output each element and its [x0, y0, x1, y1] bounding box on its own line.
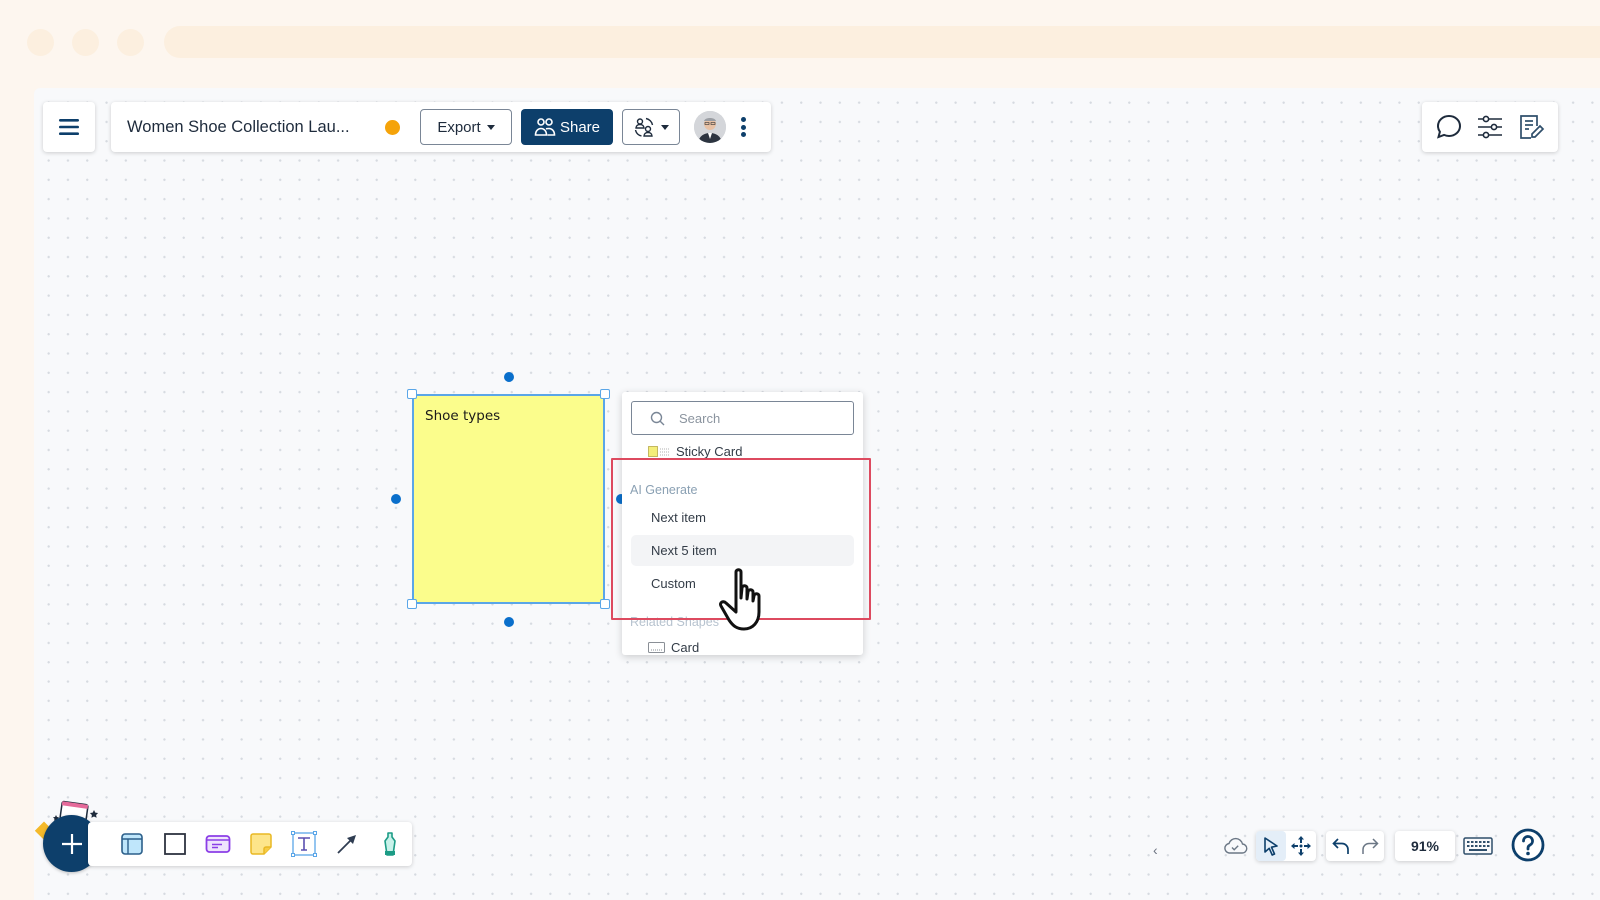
sticky-note[interactable]: Shoe types [412, 394, 605, 604]
comment-icon [1436, 114, 1461, 139]
frame-icon [120, 833, 143, 855]
arrow-icon [337, 835, 357, 854]
interaction-mode-group [1256, 831, 1316, 861]
share-button[interactable]: Share [521, 109, 613, 145]
resize-handle-bottom-right[interactable] [600, 599, 610, 609]
settings-button[interactable] [1476, 114, 1504, 140]
marker-icon [384, 832, 397, 856]
hamburger-icon [59, 119, 79, 135]
card-tool[interactable] [196, 822, 239, 866]
shape-option-label: Sticky Card [676, 444, 743, 459]
browser-chrome [0, 0, 1600, 88]
connector-dot-bottom[interactable] [504, 617, 514, 627]
settings-sliders-icon [1477, 115, 1502, 139]
redo-icon [1361, 838, 1379, 854]
avatar-image [694, 111, 726, 143]
more-options-button[interactable] [738, 114, 748, 140]
connector-dot-left[interactable] [391, 494, 401, 504]
people-switch-icon [634, 117, 654, 137]
sticky-note-text[interactable]: Shoe types [425, 408, 500, 424]
plus-icon [61, 833, 82, 854]
keyboard-shortcuts-icon[interactable] [1463, 836, 1493, 856]
caret-down-icon [486, 124, 495, 130]
move-icon [1291, 836, 1311, 856]
ai-next-item[interactable]: Next item [631, 502, 854, 533]
notes-button[interactable] [1517, 113, 1545, 141]
kebab-dot [740, 117, 746, 122]
collaboration-mode-button[interactable] [622, 109, 680, 145]
shape-option-label: Card [671, 640, 700, 655]
marker-tool[interactable] [369, 822, 412, 866]
ai-next-5-item[interactable]: Next 5 item [631, 535, 854, 566]
card-icon [205, 835, 231, 853]
notes-edit-icon [1520, 115, 1545, 139]
sticky-note-tool[interactable] [239, 822, 282, 866]
collapse-toggle[interactable]: ‹ [1153, 842, 1158, 858]
sticky-card-icon [648, 445, 670, 457]
pan-mode-button[interactable] [1286, 831, 1316, 861]
window-close-dot[interactable] [27, 29, 54, 56]
menu-item-label: Next 5 item [651, 543, 717, 558]
frame-tool[interactable] [110, 822, 153, 866]
zoom-level-button[interactable]: 91% [1395, 831, 1455, 861]
kebab-dot [740, 132, 746, 137]
menu-item-label: Next item [651, 510, 706, 525]
connector-dot-top[interactable] [504, 372, 514, 382]
arrow-tool[interactable] [326, 822, 369, 866]
export-button[interactable]: Export [420, 109, 512, 145]
window-maximize-dot[interactable] [117, 29, 144, 56]
select-mode-button[interactable] [1256, 831, 1286, 861]
share-label: Share [559, 118, 601, 136]
ai-generate-section-label: AI Generate [630, 483, 698, 497]
comments-button[interactable] [1435, 113, 1463, 141]
resize-handle-top-left[interactable] [407, 389, 417, 399]
shape-option-sticky-card[interactable]: Sticky Card [648, 444, 742, 459]
resize-handle-top-right[interactable] [600, 389, 610, 399]
caret-down-icon [661, 124, 669, 130]
rectangle-tool[interactable] [153, 822, 196, 866]
shape-option-card[interactable]: Card [648, 640, 699, 655]
kebab-dot [740, 124, 746, 130]
cloud-saved-icon [1224, 837, 1248, 854]
shape-context-menu: Sticky Card AI Generate Next item Next 5… [622, 392, 863, 655]
card-shape-icon [648, 641, 665, 653]
zoom-level-value: 91% [1410, 838, 1440, 854]
redo-button[interactable] [1360, 836, 1380, 856]
document-toolbar: Women Shoe Collection Lau... Export Shar… [111, 102, 771, 152]
text-icon [291, 831, 318, 857]
search-input[interactable] [679, 410, 829, 426]
rectangle-icon [163, 833, 186, 855]
main-menu-button[interactable] [43, 102, 95, 152]
sticky-note-icon [250, 833, 272, 855]
help-icon[interactable] [1511, 828, 1545, 862]
document-title[interactable]: Women Shoe Collection Lau... [127, 118, 377, 137]
history-controls [1326, 831, 1384, 861]
right-tools-panel [1422, 102, 1558, 152]
status-indicator [385, 119, 400, 135]
pointer-icon [1264, 837, 1278, 856]
search-icon [650, 411, 665, 425]
shape-tools-toolbar [88, 822, 412, 866]
resize-handle-bottom-left[interactable] [407, 599, 417, 609]
window-minimize-dot[interactable] [72, 29, 99, 56]
menu-item-label: Custom [651, 576, 696, 591]
related-shapes-section-label: Related Shapes [630, 615, 719, 629]
user-avatar[interactable] [694, 111, 726, 143]
text-tool[interactable] [283, 822, 326, 866]
address-bar[interactable] [164, 26, 1600, 58]
users-icon [534, 118, 556, 136]
search-field[interactable] [631, 401, 854, 435]
ai-custom[interactable]: Custom [631, 568, 854, 599]
undo-button[interactable] [1331, 836, 1351, 856]
undo-icon [1331, 838, 1349, 854]
export-label: Export [437, 118, 481, 136]
